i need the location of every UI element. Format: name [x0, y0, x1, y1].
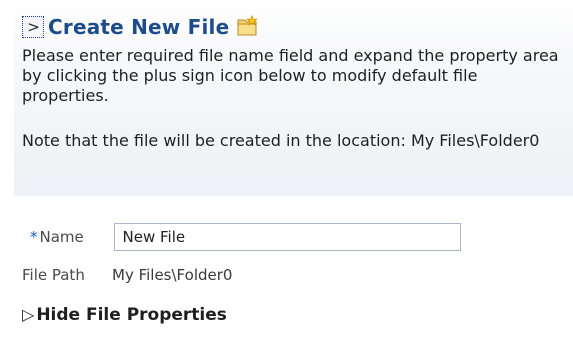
name-input[interactable]	[113, 223, 461, 251]
instructions-text: Please enter required file name field an…	[22, 46, 559, 105]
hide-file-properties-label: Hide File Properties	[36, 305, 227, 325]
name-row: * Name	[22, 221, 461, 253]
new-file-icon	[237, 15, 259, 36]
chevron-right-icon: >	[27, 17, 40, 36]
panel-disclosure-button[interactable]: >	[22, 16, 44, 38]
location-note: Note that the file will be created in th…	[22, 131, 540, 150]
file-path-label: File Path	[22, 266, 85, 284]
file-path-value: My Files\Folder0	[112, 266, 233, 284]
hide-file-properties-toggle[interactable]: ▷ Hide File Properties	[22, 302, 227, 328]
panel-title: Create New File	[48, 15, 230, 39]
create-file-page: > Create New File Please enter required …	[0, 0, 573, 343]
required-marker: *	[30, 228, 38, 246]
file-path-row: File Path My Files\Folder0	[22, 262, 232, 288]
panel-header: > Create New File	[22, 12, 259, 42]
name-label: Name	[39, 228, 84, 246]
triangle-right-icon: ▷	[22, 305, 35, 324]
